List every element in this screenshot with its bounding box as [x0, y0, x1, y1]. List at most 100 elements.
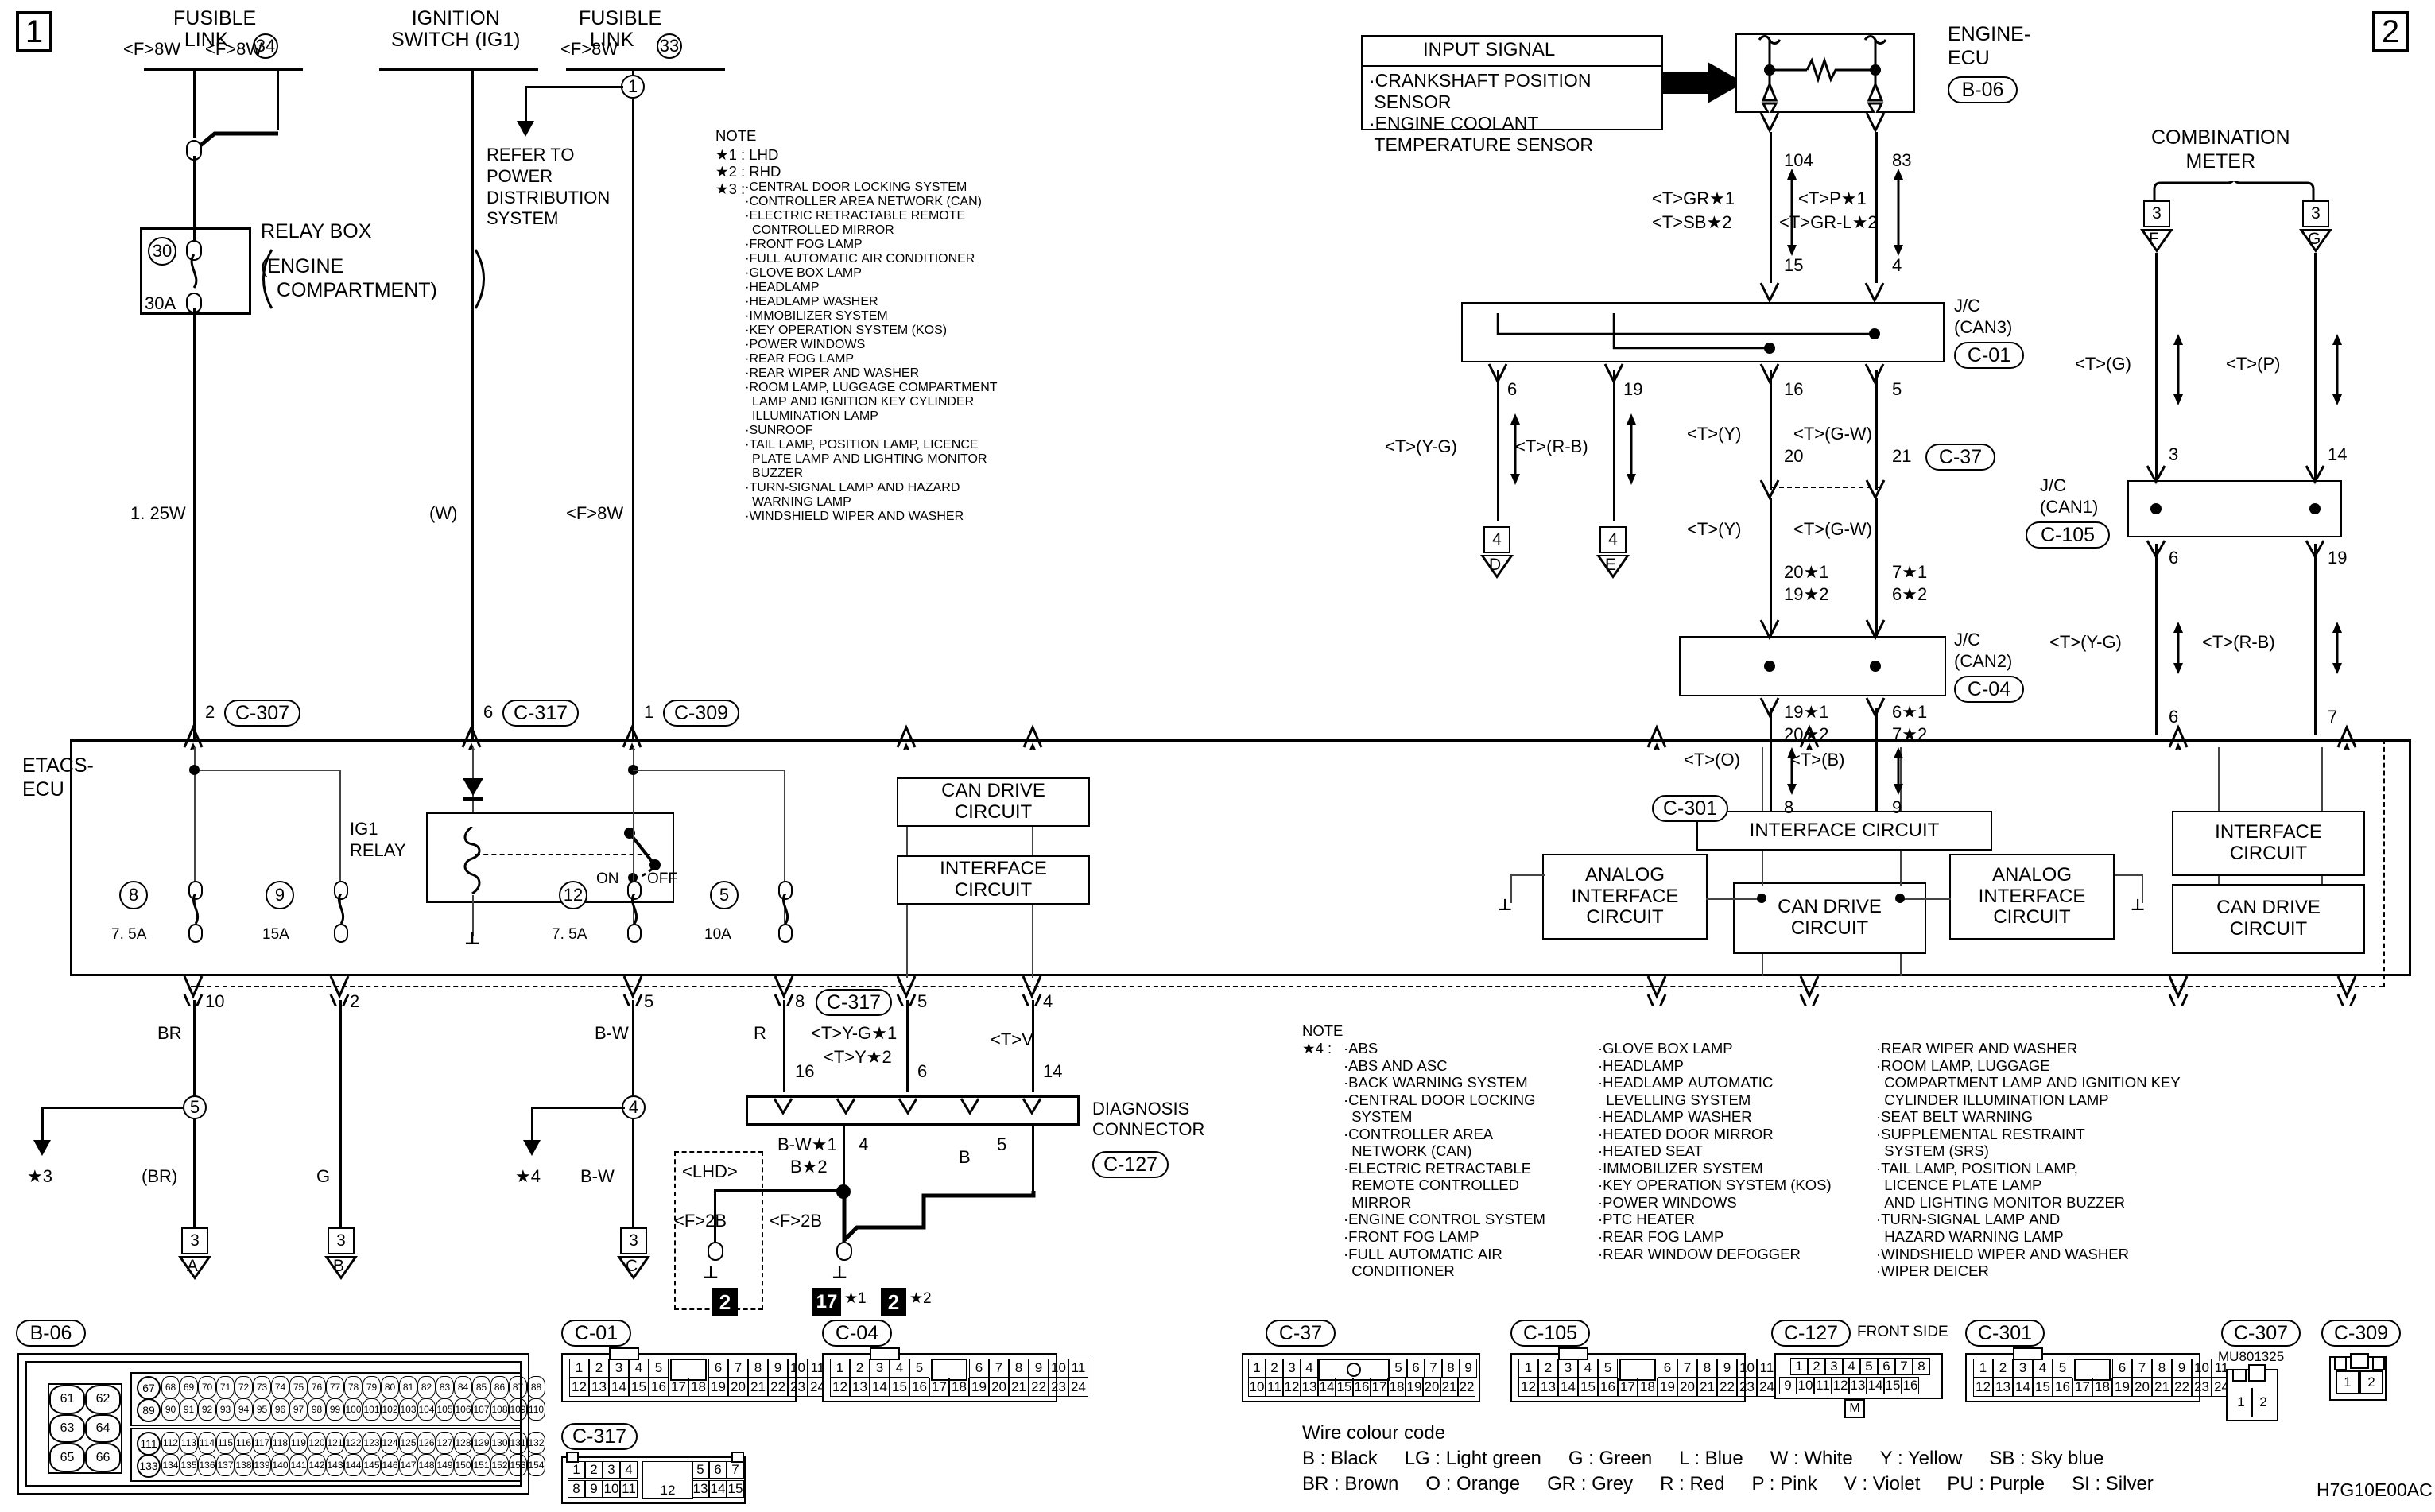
note-line: LEVELLING SYSTEM: [1598, 1091, 1751, 1108]
relay-on-label: ON: [596, 870, 619, 887]
diag-gnd-node-mid: [836, 1242, 852, 1261]
pin-cell: 21: [748, 1378, 768, 1397]
pin-cell: 8: [748, 1359, 768, 1378]
connector-id-c105: C-105: [2026, 521, 2110, 549]
note-line: ·ENGINE CONTROL SYSTEM: [1344, 1211, 1545, 1228]
ecu-wire-83: [1875, 132, 1878, 283]
pin-cell: 117: [253, 1432, 271, 1454]
pin-cell: 119: [289, 1432, 308, 1454]
pin-cell: 13: [1538, 1378, 1558, 1397]
wiring-diagram-sheet: 1 2 FUSIBLE LINK 34 IGNITION SWITCH (IG1) …: [0, 0, 2435, 1512]
jc-can2-label: J/C (CAN2): [1954, 630, 2013, 671]
bus-bar-fl34: [144, 68, 303, 71]
connector-view-id-c105: C-105: [1510, 1320, 1590, 1347]
wire-ty-2: <T>(Y): [1687, 519, 1742, 539]
pin-cell: 5: [1860, 1358, 1878, 1375]
wire-tyg-left: <T>(Y-G): [1385, 436, 1457, 456]
pin-cell: 3: [2013, 1359, 2033, 1378]
wire-colour-entry: V : Violet: [1844, 1473, 1921, 1495]
pin-cell: 8: [1913, 1358, 1930, 1375]
pin-cell: 115: [216, 1432, 235, 1454]
wire-fl33-main: [632, 68, 634, 776]
note-line: ·TAIL LAMP, POSITION LAMP,: [1876, 1159, 2078, 1177]
branch-circle-4: 4: [622, 1095, 646, 1119]
jc3-wire-5: [1875, 370, 1878, 490]
note-line: ·HEATED SEAT: [1598, 1142, 1703, 1160]
note-line: ·REAR WINDOW DEFOGGER: [1598, 1245, 1801, 1262]
pin-cell: 121: [326, 1432, 344, 1454]
pin-cell: 3: [609, 1359, 629, 1378]
note-line: ·ROOM LAMP, LUGGAGE COMPARTMENT: [745, 380, 998, 394]
wire-color-r: R: [754, 1023, 766, 1043]
interface-circuit-left: INTERFACE CIRCUIT: [897, 855, 1090, 905]
wire-colour-entry: W : White: [1770, 1448, 1853, 1469]
pin-cell: 140: [271, 1454, 289, 1476]
pin-cell: 17: [1618, 1378, 1638, 1397]
diag-wire-bw-star1: B-W★1: [777, 1134, 837, 1154]
pin-cell: 93: [216, 1398, 235, 1421]
pin-cell: 104: [417, 1398, 436, 1421]
gnd-box-2b-star: ★2: [909, 1290, 932, 1307]
pin-cell: 10: [603, 1480, 620, 1498]
aic1-ground-icon: ⊥: [1498, 897, 1513, 914]
pin-cell: 18: [1638, 1378, 1658, 1397]
refer-wire-h: [525, 86, 623, 88]
f2b-right: <F>2B: [770, 1211, 823, 1231]
connector-view-c307: 1 2: [2226, 1364, 2278, 1421]
pin-cell: 13: [1993, 1378, 2013, 1397]
pin-cell: 16: [1598, 1378, 1618, 1397]
c307-part-number: MU801325: [2218, 1349, 2285, 1364]
pin-cell: 4: [1301, 1359, 1318, 1378]
pin-cell: 9: [1717, 1359, 1737, 1378]
pin-cell: 69: [180, 1376, 198, 1398]
meter-pin-19: 19: [2328, 548, 2348, 568]
note-line: ·WINDSHIELD WIPER AND WASHER: [1876, 1245, 2129, 1262]
jc2-in-6-star2: 6★2: [1892, 584, 1928, 604]
connector-view-id-c04: C-04: [822, 1320, 892, 1347]
pin-cell: 62: [85, 1385, 121, 1414]
note-line: ·FRONT FOG LAMP: [745, 237, 863, 251]
pin-cell: 1: [1518, 1359, 1538, 1378]
aic2-link: [1900, 898, 1951, 900]
wire-label-yg-star1: <T>Y-G★1: [811, 1023, 898, 1043]
gnd-box-2a: 2: [712, 1288, 738, 1316]
diag-gnd-v1: [714, 1189, 716, 1245]
pin-cell: 19: [969, 1378, 989, 1397]
pin-cell: 17: [2072, 1378, 2092, 1397]
pin-cell: 8: [568, 1480, 585, 1498]
pin-cell: 2: [1266, 1359, 1283, 1378]
pin-cell: 75: [289, 1376, 308, 1398]
wire-colour-entry: L : Blue: [1679, 1448, 1743, 1469]
cdc-if-link-1: [906, 827, 908, 855]
pin-cell: 152: [490, 1454, 509, 1476]
connector-id-c37: C-37: [1925, 444, 1995, 471]
connector-view-id-c127: C-127: [1771, 1320, 1851, 1347]
wire-label-f8w-3: <F>8W: [560, 39, 618, 59]
connector-id-c04: C-04: [1954, 676, 2024, 703]
note-line: ·SUNROOF: [745, 423, 813, 437]
pin-cell: 12: [1973, 1378, 1993, 1397]
ifc1-out-a: [1762, 851, 1763, 886]
note-1-star3-label: ★3 :: [715, 180, 746, 197]
star4-arrow-h: [531, 1107, 625, 1109]
pin-cell: 80: [381, 1376, 399, 1398]
pin-cell: 90: [161, 1398, 180, 1421]
c301-pin-7: 7: [2328, 707, 2338, 727]
analog-interface-circuit-2: ANALOG INTERFACE CIRCUIT: [1949, 854, 2115, 940]
bidir-arrow-yg2: [2173, 622, 2183, 674]
pin-cell: 74: [271, 1376, 289, 1398]
pin-cell: 98: [308, 1398, 326, 1421]
pin-cell: 6: [1878, 1358, 1895, 1375]
relay-box-sublabel2: COMPARTMENT): [277, 279, 437, 301]
pin-cell: 144: [344, 1454, 363, 1476]
pin-cell: 105: [436, 1398, 454, 1421]
pin-cell: 18: [688, 1378, 708, 1397]
wire-colour-entry: G : Green: [1568, 1448, 1653, 1469]
connector-id-b06: B-06: [1948, 76, 2018, 103]
note-line: AND LIGHTING MONITOR BUZZER: [1876, 1193, 2126, 1211]
wire-tgw-2: <T>(G-W): [1793, 519, 1872, 539]
pin-cell: 18: [2092, 1378, 2112, 1397]
pin-cell: 24: [1068, 1378, 1088, 1397]
jc3-out-16: 16: [1784, 379, 1804, 399]
pin-cell: 3: [1825, 1358, 1843, 1375]
